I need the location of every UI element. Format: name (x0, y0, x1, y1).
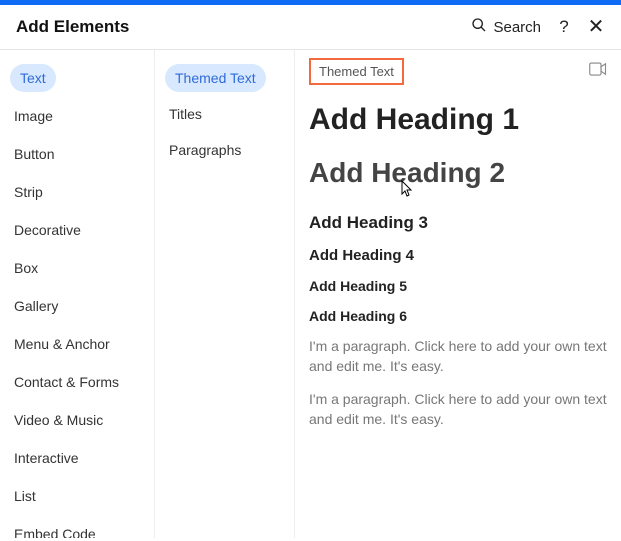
subcategory-list: Themed Text Titles Paragraphs (155, 50, 295, 538)
cursor-icon (399, 175, 415, 207)
preview-paragraph-1[interactable]: I'm a paragraph. Click here to add your … (309, 336, 607, 377)
header-actions: Search ? ✕ (471, 17, 605, 37)
preview-heading-3[interactable]: Add Heading 3 (309, 213, 607, 233)
category-contact-forms[interactable]: Contact & Forms (10, 368, 144, 396)
search-button[interactable]: Search (471, 17, 541, 37)
panel-body: Text Image Button Strip Decorative Box G… (0, 50, 621, 538)
subcategory-themed-text[interactable]: Themed Text (165, 64, 266, 92)
preview-heading-2[interactable]: Add Heading 2 (309, 157, 607, 189)
preview-heading-4[interactable]: Add Heading 4 (309, 247, 607, 264)
category-box[interactable]: Box (10, 254, 144, 282)
category-button[interactable]: Button (10, 140, 144, 168)
preview-heading-6[interactable]: Add Heading 6 (309, 308, 607, 324)
category-text[interactable]: Text (10, 64, 56, 92)
category-list[interactable]: List (10, 482, 144, 510)
category-strip[interactable]: Strip (10, 178, 144, 206)
category-interactive[interactable]: Interactive (10, 444, 144, 472)
breadcrumb: Themed Text (309, 58, 404, 85)
panel-title: Add Elements (16, 17, 129, 37)
category-video-music[interactable]: Video & Music (10, 406, 144, 434)
category-gallery[interactable]: Gallery (10, 292, 144, 320)
category-image[interactable]: Image (10, 102, 144, 130)
breadcrumb-row: Themed Text (309, 58, 607, 85)
search-icon (471, 17, 487, 37)
preview-heading-5[interactable]: Add Heading 5 (309, 278, 607, 294)
category-list: Text Image Button Strip Decorative Box G… (0, 50, 155, 538)
video-tutorial-icon[interactable] (589, 62, 607, 81)
panel-header: Add Elements Search ? ✕ (0, 5, 621, 50)
category-menu-anchor[interactable]: Menu & Anchor (10, 330, 144, 358)
subcategory-paragraphs[interactable]: Paragraphs (165, 136, 284, 164)
category-embed-code[interactable]: Embed Code (10, 520, 144, 538)
preview-pane: Themed Text Add Heading 1 Add Heading 2 … (295, 50, 621, 538)
preview-heading-1[interactable]: Add Heading 1 (309, 103, 607, 137)
category-decorative[interactable]: Decorative (10, 216, 144, 244)
subcategory-titles[interactable]: Titles (165, 100, 284, 128)
close-button[interactable]: ✕ (587, 18, 605, 36)
preview-paragraph-2[interactable]: I'm a paragraph. Click here to add your … (309, 389, 607, 430)
help-button[interactable]: ? (555, 17, 573, 37)
search-label: Search (493, 19, 541, 36)
